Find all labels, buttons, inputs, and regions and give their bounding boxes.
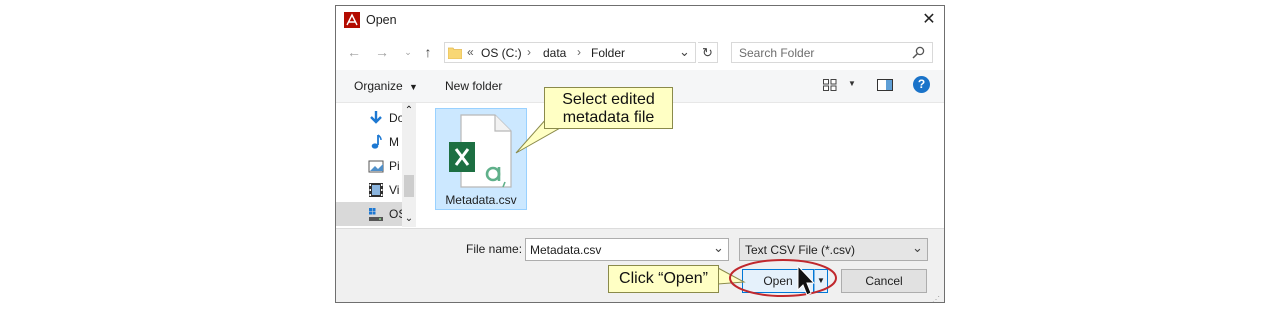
select-file-callout: Select edited metadata file [544, 87, 673, 129]
annotation-overlay [515, 117, 837, 297]
mouse-cursor-icon [797, 264, 816, 296]
open-highlight-ring [729, 259, 837, 297]
click-open-callout: Click “Open” [608, 265, 719, 293]
